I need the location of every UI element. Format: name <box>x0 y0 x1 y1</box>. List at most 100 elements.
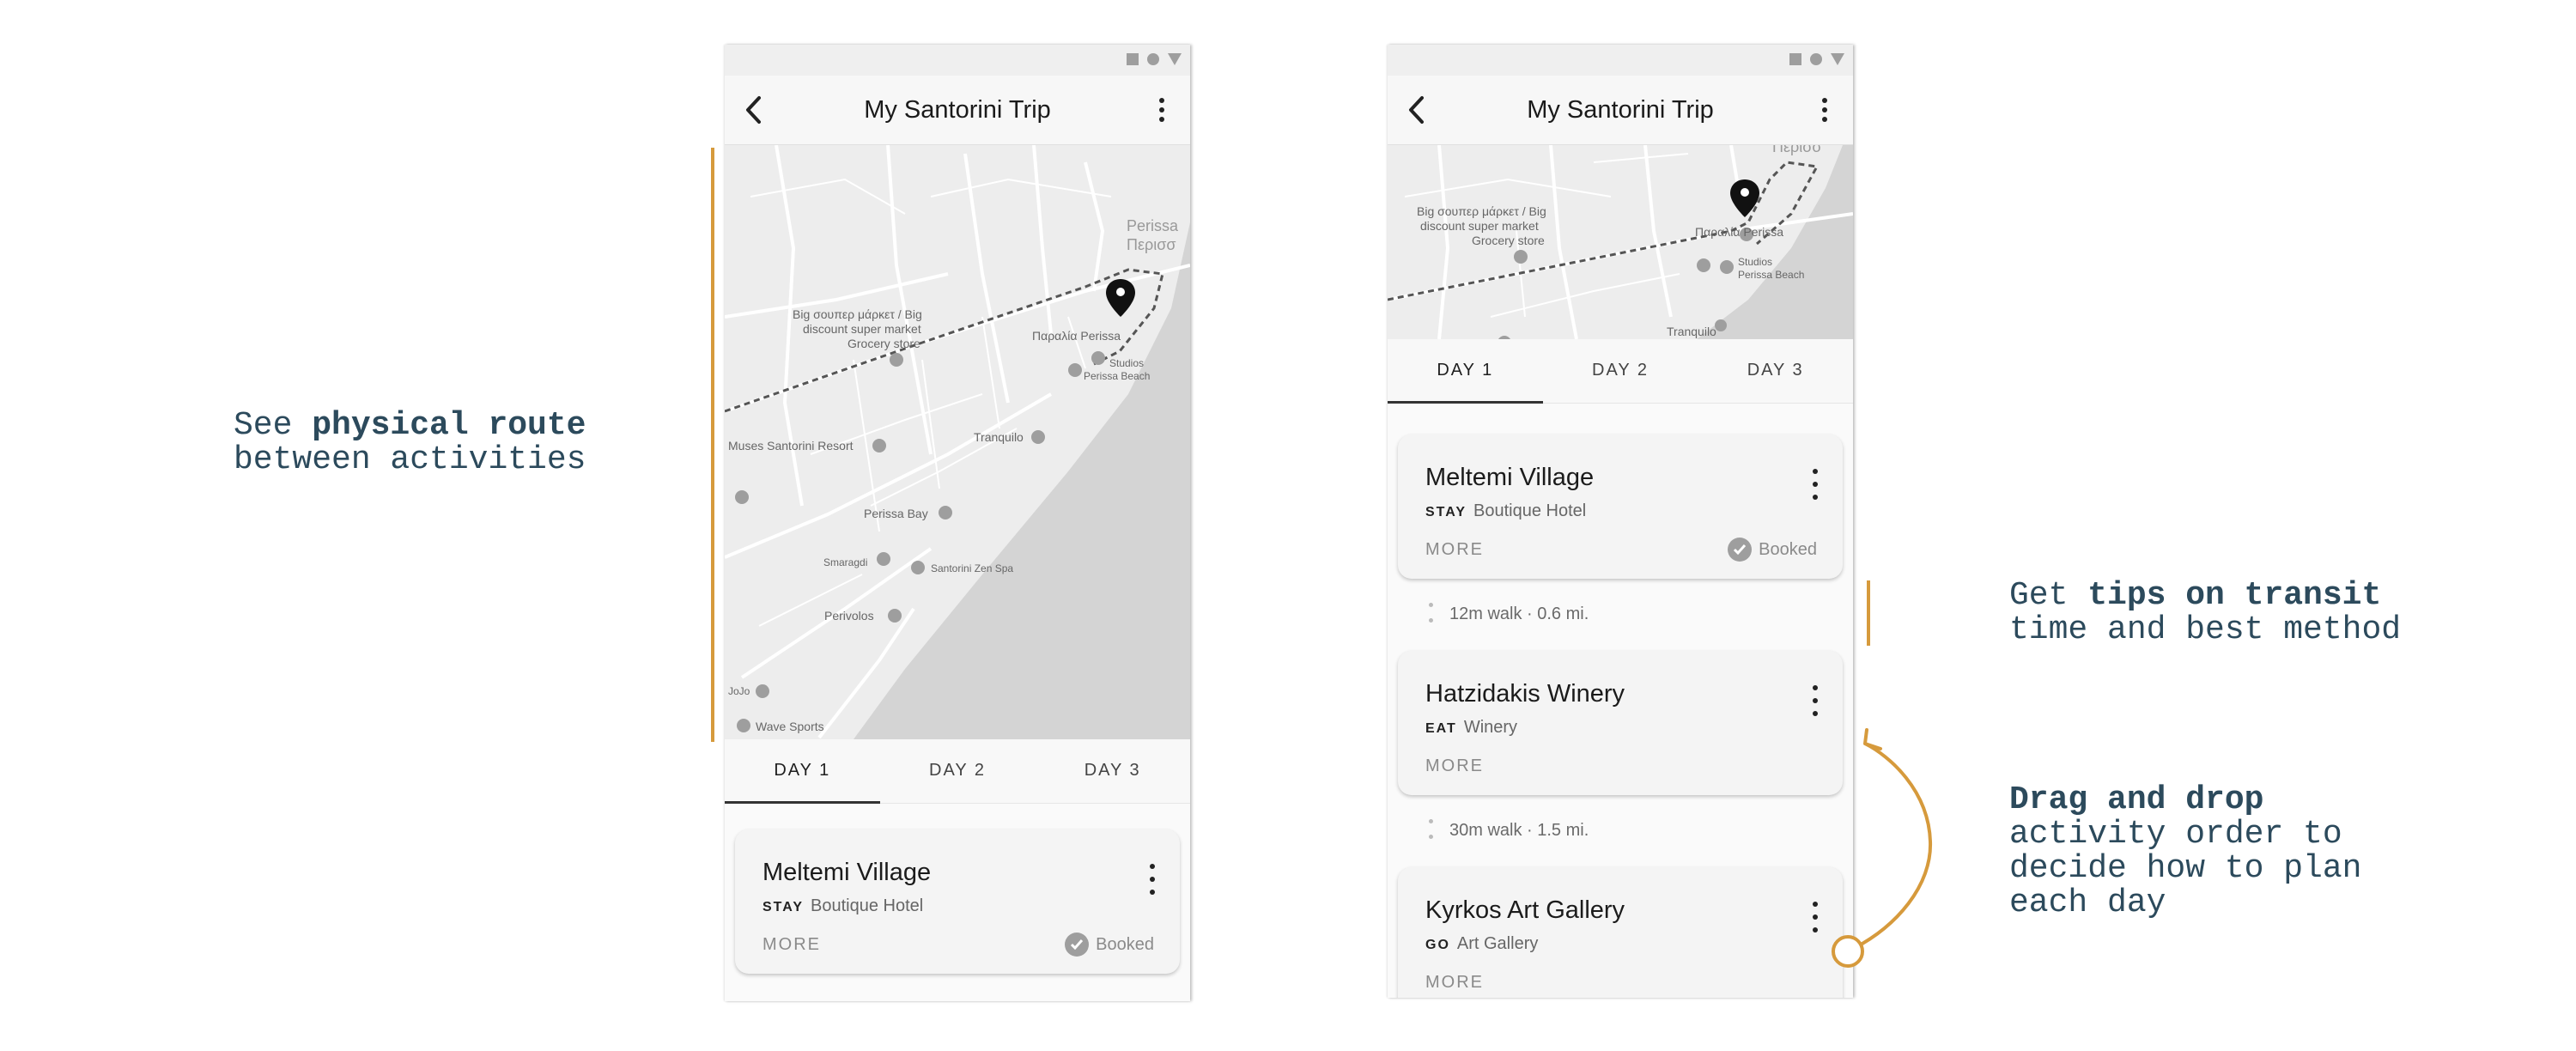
circle-icon <box>1147 53 1159 65</box>
more-button[interactable]: MORE <box>1425 756 1484 776</box>
route-map[interactable]: Big σουπερ μάρκετ / Big discount super m… <box>725 145 1190 739</box>
transit-highlight-bar <box>1867 580 1870 646</box>
status-bar <box>725 45 1190 76</box>
activity-type: GO <box>1425 938 1450 952</box>
triangle-icon <box>1831 53 1844 65</box>
booked-label: Booked <box>1759 539 1817 559</box>
check-circle-icon <box>1065 933 1090 957</box>
annotation-route-bold: physical route <box>312 407 586 444</box>
map-label: Perissa <box>1127 217 1179 234</box>
phone-screen-1: My Santorini Trip Big σουπερ μάρκετ / Bi… <box>725 45 1190 1001</box>
map-label: Smaragdi <box>823 556 867 568</box>
map-label: Παραλία Perissa <box>1032 329 1121 343</box>
map-label: Perissa Bay <box>864 507 928 520</box>
map-label: Santorini Zen Spa <box>931 562 1013 574</box>
triangle-icon <box>1168 53 1182 65</box>
activity-subtitle: STAY Boutique Hotel <box>762 896 923 916</box>
booked-status: Booked <box>1065 933 1154 957</box>
annotation-drag-line2: activity order to <box>2009 816 2342 853</box>
activity-category: Winery <box>1463 718 1518 737</box>
square-icon <box>1789 53 1801 65</box>
status-bar <box>1388 45 1853 76</box>
more-vert-icon[interactable] <box>1144 864 1161 895</box>
day-tabs: DAY 1 DAY 2 DAY 3 <box>725 739 1190 804</box>
activity-subtitle: STAY Boutique Hotel <box>1425 501 1586 521</box>
activity-card[interactable]: Hatzidakis Winery EAT Winery MORE <box>1398 651 1843 795</box>
map-label: Studios <box>1109 357 1144 369</box>
activity-category: Art Gallery <box>1456 934 1539 953</box>
route-map[interactable]: Περισσ Big σουπερ μάρκετ / Big discount … <box>1388 145 1853 339</box>
map-label: Παραλία Perissa <box>1695 225 1783 239</box>
tab-day-1[interactable]: DAY 1 <box>725 739 880 804</box>
tab-day-3[interactable]: DAY 3 <box>1698 339 1853 403</box>
tab-day-1[interactable]: DAY 1 <box>1388 339 1543 404</box>
circle-icon <box>1810 53 1822 65</box>
more-vert-icon[interactable] <box>1807 469 1824 500</box>
more-vert-icon[interactable] <box>1149 93 1175 127</box>
activity-type: EAT <box>1425 721 1457 736</box>
page-title: My Santorini Trip <box>864 96 1051 124</box>
map-label: Perissa Beach <box>1084 370 1150 382</box>
activity-card[interactable]: Meltemi Village STAY Boutique Hotel MORE … <box>1398 434 1843 579</box>
activity-list: Meltemi Village STAY Boutique Hotel MORE … <box>725 804 1190 1001</box>
map-highlight-bar <box>711 148 714 742</box>
more-vert-icon[interactable] <box>1807 685 1824 716</box>
more-button[interactable]: MORE <box>1425 540 1484 560</box>
activity-category: Boutique Hotel <box>811 896 924 915</box>
tab-day-2[interactable]: DAY 2 <box>1543 339 1698 403</box>
tab-day-2[interactable]: DAY 2 <box>880 739 1036 803</box>
map-label: Grocery store <box>848 337 920 350</box>
map-label: Big σουπερ μάρκετ / Big <box>1417 204 1546 218</box>
map-label: discount super market <box>803 322 921 336</box>
activity-subtitle: EAT Winery <box>1425 718 1517 738</box>
activity-name: Meltemi Village <box>1425 464 1595 491</box>
annotation-drag-bold: Drag and drop <box>2009 781 2264 818</box>
activity-type: STAY <box>762 900 805 914</box>
map-label: discount super market <box>1420 219 1539 233</box>
app-bar: My Santorini Trip <box>1388 76 1853 145</box>
activity-category: Boutique Hotel <box>1473 501 1587 520</box>
annotation-route-line2: between activities <box>234 441 586 478</box>
more-vert-icon[interactable] <box>1812 93 1838 127</box>
annotation-route: See physical route between activities <box>234 409 586 477</box>
activity-list: Meltemi Village STAY Boutique Hotel MORE … <box>1388 404 1853 998</box>
day-tabs: DAY 1 DAY 2 DAY 3 <box>1388 339 1853 404</box>
transit-connector <box>1429 603 1434 629</box>
map-label: Περισσ <box>1772 145 1821 155</box>
annotation-route-prefix: See <box>234 407 313 444</box>
annotation-drag-line4: each day <box>2009 884 2166 921</box>
activity-name: Kyrkos Art Gallery <box>1425 896 1625 924</box>
more-button[interactable]: MORE <box>762 935 821 955</box>
drag-arrow <box>1832 728 1933 968</box>
activity-card[interactable]: Meltemi Village STAY Boutique Hotel MORE … <box>735 829 1180 974</box>
phone-screen-2: My Santorini Trip Περισσ Big σουπερ μάρκ… <box>1388 45 1853 998</box>
map-label: Perivolos <box>824 609 874 623</box>
annotation-drag: Drag and drop activity order to decide h… <box>2009 783 2361 920</box>
map-label: Perissa Beach <box>1738 269 1804 281</box>
more-vert-icon[interactable] <box>1807 902 1824 933</box>
square-icon <box>1127 53 1139 65</box>
map-label: Grocery store <box>1472 234 1545 247</box>
app-bar: My Santorini Trip <box>725 76 1190 145</box>
transit-info: 30m walk · 1.5 mi. <box>1449 821 1589 840</box>
map-label: Big σουπερ μάρκετ / Big <box>793 307 922 321</box>
map-label: Tranquilo <box>974 430 1024 444</box>
annotation-drag-line3: decide how to plan <box>2009 850 2362 887</box>
activity-type: STAY <box>1425 505 1467 519</box>
activity-subtitle: GO Art Gallery <box>1425 934 1538 954</box>
annotation-transit: Get tips on transit time and best method <box>2009 579 2401 647</box>
map-label: Muses Santorini Resort <box>728 439 854 453</box>
annotation-transit-prefix: Get <box>2009 577 2088 614</box>
activity-name: Hatzidakis Winery <box>1425 680 1625 708</box>
page-title: My Santorini Trip <box>1527 96 1714 124</box>
more-button[interactable]: MORE <box>1425 973 1484 993</box>
tab-day-3[interactable]: DAY 3 <box>1035 739 1190 803</box>
booked-status: Booked <box>1728 538 1817 562</box>
transit-connector <box>1429 819 1434 845</box>
activity-name: Meltemi Village <box>762 859 932 886</box>
booked-label: Booked <box>1096 934 1154 954</box>
check-circle-icon <box>1728 538 1753 562</box>
map-label: JoJo <box>728 685 750 697</box>
transit-info: 12m walk · 0.6 mi. <box>1449 604 1589 623</box>
activity-card[interactable]: Kyrkos Art Gallery GO Art Gallery MORE <box>1398 867 1843 998</box>
